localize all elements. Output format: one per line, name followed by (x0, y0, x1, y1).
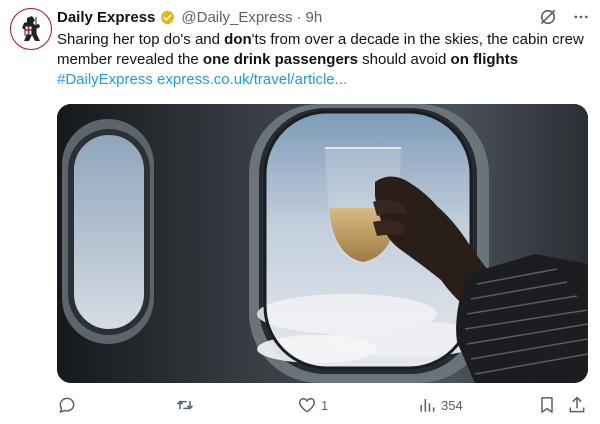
verified-badge-icon[interactable] (159, 9, 176, 26)
views-count: 354 (441, 397, 463, 413)
article-link[interactable]: express.co.uk/travel/article... (157, 71, 347, 88)
text-bold: on flights (450, 51, 519, 68)
hashtag-link[interactable]: #DailyExpress (57, 71, 153, 88)
like-count: 1 (321, 397, 329, 413)
text-part: Sharing her top do's and (57, 31, 225, 48)
like-button[interactable]: 1 (297, 395, 328, 415)
share-button[interactable] (567, 395, 587, 415)
more-options-icon[interactable] (572, 8, 590, 26)
tweet-action-bar: 1 354 (57, 395, 588, 419)
bookmark-button[interactable] (537, 395, 557, 415)
bookmark-icon (537, 395, 557, 415)
tweet-text: Sharing her top do's and don'ts from ove… (57, 30, 589, 90)
text-part: should avoid (357, 51, 451, 68)
handle[interactable]: @Daily_Express (181, 9, 292, 26)
tweet-header: Daily Express @Daily_Express · 9h (57, 7, 590, 27)
text-bold: one drink passengers (202, 51, 358, 68)
retweet-icon (175, 395, 195, 415)
timestamp[interactable]: 9h (306, 9, 323, 26)
share-icon (567, 395, 587, 415)
crusader-knight-logo-icon (14, 12, 48, 46)
views-button[interactable]: 354 (417, 395, 463, 415)
reply-button[interactable] (57, 395, 81, 415)
grok-icon[interactable] (538, 7, 558, 27)
tweet-image[interactable] (57, 104, 588, 383)
separator-dot: · (296, 8, 302, 26)
display-name[interactable]: Daily Express (57, 9, 155, 26)
airplane-window-photo-icon (57, 104, 588, 383)
reply-icon (57, 395, 77, 415)
views-icon (417, 395, 437, 415)
text-bold: don (224, 31, 252, 48)
heart-icon (297, 395, 317, 415)
retweet-button[interactable] (175, 395, 199, 415)
header-actions (538, 7, 590, 27)
avatar[interactable] (10, 8, 52, 50)
